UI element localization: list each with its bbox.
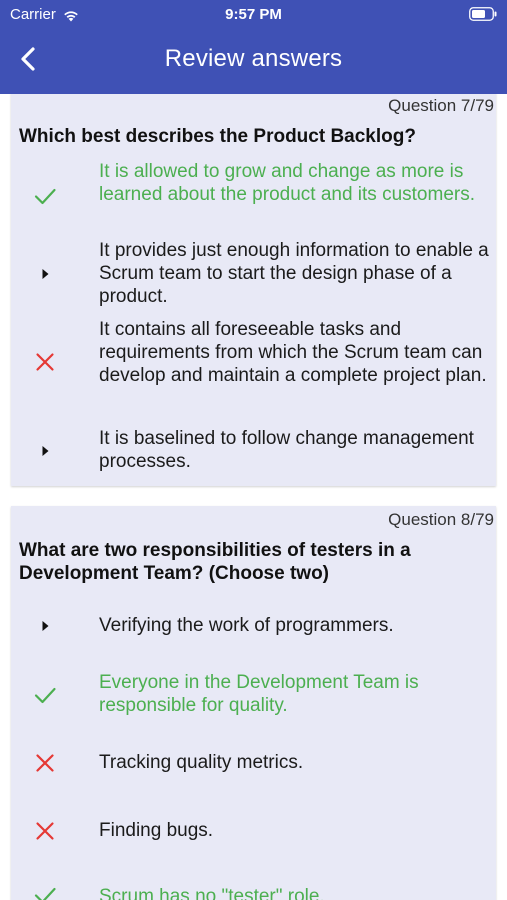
battery-icon [469,7,497,21]
page-title: Review answers [164,45,343,72]
answer-text: Scrum has no "tester" role. [99,886,325,900]
answer-option[interactable]: Tracking quality metrics. [11,751,496,777]
answer-text: Finding bugs. [99,820,214,841]
question-card: Question 8/79 What are two responsibilit… [11,506,496,900]
app-header: Carrier 9:57 PM Review answers [0,0,507,94]
question-number: Question 8/79 [388,510,494,529]
answer-option[interactable]: It is allowed to grow and change as more… [11,160,496,230]
answer-text: Everyone in the Development Team is resp… [99,672,419,716]
question-text: What are two responsibilities of testers… [19,540,411,584]
question-card: Question 7/79 Which best describes the P… [11,94,496,486]
status-bar: Carrier 9:57 PM [0,0,507,28]
answer-option[interactable]: Everyone in the Development Team is resp… [11,671,496,719]
triangle-right-icon [42,621,49,631]
answer-option[interactable]: It contains all foreseeable tasks and re… [11,318,496,411]
cross-icon [36,822,54,840]
answer-option[interactable]: Verifying the work of programmers. [11,614,496,640]
answer-option[interactable]: It provides just enough information to e… [11,239,496,309]
question-number: Question 7/79 [388,96,494,115]
triangle-right-icon [42,446,49,456]
answer-text: Verifying the work of programmers. [99,615,394,636]
triangle-right-icon [42,269,49,279]
cross-icon [36,353,54,371]
check-icon [34,687,56,704]
question-text: Which best describes the Product Backlog… [19,126,416,147]
check-icon [34,188,56,205]
answer-text: Tracking quality metrics. [99,752,304,773]
answer-option[interactable]: Scrum has no "tester" role. [11,885,496,900]
status-time: 9:57 PM [225,6,282,23]
review-list[interactable]: Question 7/79 Which best describes the P… [0,94,507,900]
answer-text: It is baselined to follow change managem… [99,428,474,472]
answer-text: It is allowed to grow and change as more… [99,161,476,205]
check-icon [34,887,56,900]
cross-icon [36,754,54,772]
answer-text: It provides just enough information to e… [99,240,489,307]
answer-text: It contains all foreseeable tasks and re… [99,319,487,386]
nav-bar: Review answers [0,28,507,94]
answer-option[interactable]: It is baselined to follow change managem… [11,427,496,475]
answer-option[interactable]: Finding bugs. [11,819,496,845]
